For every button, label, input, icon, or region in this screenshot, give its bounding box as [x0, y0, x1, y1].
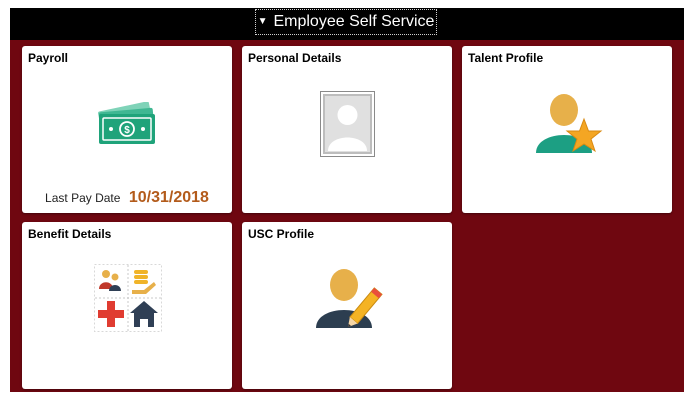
tile-usc-profile[interactable]: USC Profile — [242, 222, 452, 389]
last-pay-label: Last Pay Date — [45, 191, 121, 205]
tile-talent-profile[interactable]: Talent Profile — [462, 46, 672, 213]
tile-personal-details[interactable]: Personal Details — [242, 46, 452, 213]
homepage-title: Employee Self Service — [273, 13, 435, 30]
cash-icon: $ — [97, 102, 156, 144]
last-pay-value: 10/31/2018 — [128, 189, 209, 206]
tile-title-personal-details: Personal Details — [248, 51, 342, 65]
caret-down-icon: ▼ — [257, 16, 268, 27]
tile-title-usc-profile: USC Profile — [248, 227, 315, 241]
homepage-frame: ▼ Employee Self Service Payroll $ Last P… — [10, 8, 684, 392]
person-star-icon — [536, 94, 603, 153]
tile-benefit-details[interactable]: Benefit Details — [22, 222, 232, 389]
portrait-icon — [320, 91, 375, 157]
benefits-grid-icon — [94, 264, 162, 332]
tile-title-talent-profile: Talent Profile — [468, 51, 544, 65]
homepage-selector[interactable]: ▼ Employee Self Service — [255, 9, 437, 35]
last-pay-date: Last Pay Date 10/31/2018 — [22, 189, 232, 207]
tile-payroll[interactable]: Payroll $ Last Pay Date 10/31/2018 — [22, 46, 232, 213]
svg-text:$: $ — [124, 125, 130, 136]
tile-title-benefit-details: Benefit Details — [28, 227, 112, 241]
header-bar: ▼ Employee Self Service — [10, 8, 684, 40]
person-pencil-icon — [316, 269, 383, 328]
tile-title-payroll: Payroll — [28, 51, 69, 65]
